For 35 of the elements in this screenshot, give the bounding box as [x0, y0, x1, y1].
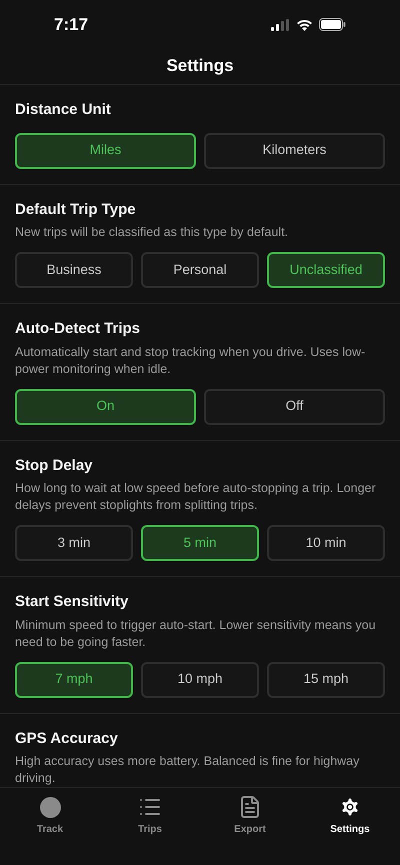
- status-time: 7:17: [54, 14, 88, 36]
- option-button[interactable]: 7 mph: [15, 662, 133, 698]
- option-button[interactable]: 5 min: [141, 525, 259, 561]
- tab-bar-item[interactable]: Track: [0, 788, 100, 865]
- option-button[interactable]: Off: [204, 388, 385, 424]
- tab-bar-item[interactable]: Settings: [300, 788, 400, 865]
- section-title: Stop Delay: [15, 456, 94, 476]
- section-title: Default Trip Type: [15, 200, 137, 220]
- option-button[interactable]: Kilometers: [204, 132, 385, 168]
- option-button[interactable]: 15 mph: [267, 662, 385, 698]
- settings-icon: [339, 796, 361, 818]
- section-description: How long to wait at low speed before auto-stopping a trip. Longer delays prevent stoplights from splitting trips.: [15, 480, 377, 514]
- signal-icon: [271, 18, 290, 30]
- option-button[interactable]: Business: [15, 252, 133, 288]
- option-button[interactable]: 10 min: [267, 525, 385, 561]
- option-button[interactable]: 10 mph: [141, 662, 259, 698]
- option-button[interactable]: Miles: [15, 132, 196, 168]
- tab-bar-item[interactable]: Export: [200, 788, 300, 865]
- section-description: Automatically start and stop tracking when you drive. Uses low-power monitoring when idle.: [15, 344, 366, 378]
- section-title: Start Sensitivity: [15, 592, 130, 612]
- option-button[interactable]: Personal: [141, 252, 259, 288]
- section-description: New trips will be classified as this type by default.: [15, 224, 290, 241]
- document-icon: [238, 795, 262, 819]
- section-description: Minimum speed to trigger auto-start. Lower sensitivity means you need to be going faster.: [15, 616, 377, 650]
- option-button[interactable]: 3 min: [15, 525, 133, 561]
- tab-bar-item[interactable]: Trips: [100, 788, 200, 865]
- battery-icon: [319, 18, 346, 31]
- screen-title: Settings: [166, 54, 234, 77]
- option-button[interactable]: On: [15, 388, 196, 424]
- section-title: GPS Accuracy: [15, 728, 119, 748]
- section-title: Auto-Detect Trips: [15, 319, 142, 339]
- wifi-icon: [296, 18, 313, 30]
- option-button[interactable]: Unclassified: [267, 252, 385, 288]
- section-title: Distance Unit: [15, 100, 112, 120]
- section-description: High accuracy uses more battery. Balanced is fine for highway driving.: [15, 753, 360, 787]
